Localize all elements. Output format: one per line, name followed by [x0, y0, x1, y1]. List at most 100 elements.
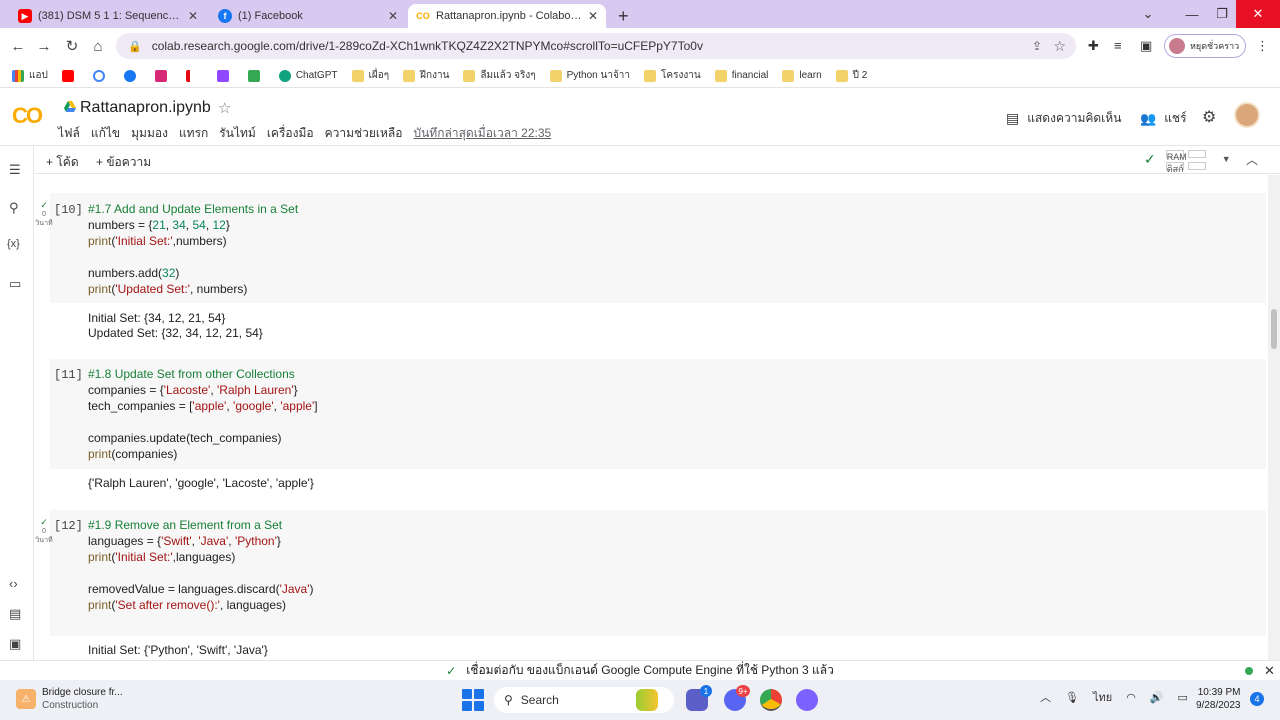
reading-list-icon[interactable]: ≡: [1114, 38, 1122, 53]
scrollbar-thumb[interactable]: [1271, 309, 1277, 349]
bookmark-folder[interactable]: เผื่อๆ: [351, 68, 389, 83]
code-line: print('Set after remove():', languages): [88, 597, 314, 613]
wifi-icon[interactable]: ◠: [1126, 691, 1136, 704]
bookmark-classroom[interactable]: [247, 69, 265, 82]
tab-youtube[interactable]: ▶ (381) DSM 5 1 1: Sequences - Yo ✕: [10, 4, 206, 28]
share-page-icon[interactable]: ⇪: [1032, 39, 1042, 53]
code-cell[interactable]: ✓ 0 วินาที [12] #1.9 Remove an Element f…: [35, 510, 1266, 636]
chrome-icon[interactable]: [760, 689, 782, 711]
chevron-down-icon[interactable]: ▼: [1222, 154, 1231, 164]
folder-icon[interactable]: ▭: [9, 276, 21, 292]
search-label: Search: [520, 693, 559, 707]
forward-arrow-icon[interactable]: →: [34, 36, 54, 56]
code-cell[interactable]: [11] #1.8 Update Set from other Collecti…: [50, 359, 1266, 469]
comment-button[interactable]: ▤ แสดงความคิดเห็น: [1006, 109, 1121, 128]
close-tab-icon[interactable]: ✕: [388, 9, 398, 23]
menu-help[interactable]: ความช่วยเหลือ: [325, 124, 403, 143]
bookmark-twitch[interactable]: [216, 69, 234, 82]
bookmark-folder[interactable]: ลืมแล้ว จริงๆ: [463, 68, 536, 83]
resources-indicator[interactable]: ✓ RAM ดิสก์ ▼: [1144, 147, 1231, 174]
app-icon[interactable]: [796, 689, 818, 711]
notification-badge[interactable]: 4: [1250, 692, 1264, 706]
last-saved-link[interactable]: บันทึกล่าสุดเมื่อเวลา 22:35: [413, 124, 551, 143]
widget-subtitle: Construction: [42, 700, 99, 711]
code-editor[interactable]: #1.9 Remove an Element from a Set languag…: [88, 517, 314, 613]
bookmark-folder[interactable]: ปี 2: [835, 68, 867, 83]
menu-runtime[interactable]: รันไทม์: [219, 124, 256, 143]
close-window-icon[interactable]: ✕: [1236, 0, 1280, 28]
code-editor[interactable]: #1.7 Add and Update Elements in a Set num…: [88, 201, 298, 297]
terminal-icon[interactable]: ▣: [9, 636, 21, 652]
close-tab-icon[interactable]: ✕: [588, 9, 598, 23]
menu-insert[interactable]: แทรก: [179, 124, 208, 143]
bookmark-star-icon[interactable]: ☆: [1053, 38, 1066, 55]
tab-colab[interactable]: CO Rattanapron.ipynb - Colaborato ✕: [408, 4, 606, 28]
profile-button[interactable]: หยุดชั่วคราว: [1164, 34, 1246, 58]
scrollbar[interactable]: [1268, 175, 1280, 660]
menu-tools[interactable]: เครื่องมือ: [267, 124, 314, 143]
add-code-button[interactable]: + โค้ด: [46, 153, 79, 172]
menu-file[interactable]: ไฟล์: [58, 124, 80, 143]
bookmark-apps[interactable]: แอป: [12, 68, 48, 83]
code-line: print('Updated Set:', numbers): [88, 281, 298, 297]
extensions-icon[interactable]: ✚: [1088, 38, 1099, 54]
run-status[interactable]: ✓ 0 วินาที: [34, 518, 54, 545]
chevron-up-icon[interactable]: ︿: [1246, 151, 1258, 168]
chevron-up-icon[interactable]: ︿: [1040, 689, 1051, 705]
bookmark-folder[interactable]: learn: [782, 69, 822, 82]
tab-search-icon[interactable]: ⌄: [1126, 0, 1170, 28]
language-indicator[interactable]: ไทย: [1093, 688, 1112, 706]
new-tab-button[interactable]: +: [610, 4, 638, 28]
notebook-title[interactable]: Rattanapron.ipynb: [80, 99, 211, 117]
bookmark-instagram[interactable]: [154, 69, 172, 82]
avatar[interactable]: [1234, 102, 1260, 128]
close-icon[interactable]: ✕: [1264, 663, 1275, 679]
bookmark-facebook[interactable]: [123, 69, 141, 82]
star-icon[interactable]: ☆: [218, 99, 231, 117]
gear-icon[interactable]: ⚙: [1202, 107, 1216, 127]
microphone-icon[interactable]: 🎙: [1065, 691, 1079, 704]
reload-icon[interactable]: ↻: [62, 36, 82, 56]
battery-icon[interactable]: ▭: [1178, 691, 1188, 704]
news-widget[interactable]: ⚠ Bridge closure fr... Construction: [16, 686, 123, 712]
back-arrow-icon[interactable]: ←: [8, 36, 28, 56]
bookmark-google[interactable]: [92, 69, 110, 82]
code-token: 'Updated Set:': [115, 282, 190, 296]
code-snippets-icon[interactable]: ‹›: [9, 576, 18, 591]
colab-header: CO Rattanapron.ipynb ☆ ไฟล์ แก้ไข มุมมอง…: [0, 89, 1280, 146]
variables-icon[interactable]: {x}: [7, 238, 20, 250]
code-token: }: [276, 534, 281, 548]
volume-icon[interactable]: 🔊: [1150, 691, 1164, 704]
bookmark-folder[interactable]: Python นาจ้าา: [549, 68, 630, 83]
share-button[interactable]: 👥 แชร์: [1140, 109, 1187, 128]
more-menu-icon[interactable]: ⋮: [1256, 38, 1269, 54]
code-editor[interactable]: #1.8 Update Set from other Collections co…: [88, 366, 318, 462]
bookmark-chatgpt[interactable]: ChatGPT: [278, 69, 338, 82]
bookmark-folder[interactable]: financial: [714, 69, 768, 82]
search-icon[interactable]: ⚲: [9, 200, 19, 216]
bookmark-netflix[interactable]: [185, 69, 203, 82]
run-status[interactable]: ✓ 0 วินาที: [34, 201, 54, 228]
close-tab-icon[interactable]: ✕: [188, 9, 198, 23]
bookmark-folder[interactable]: โครงงาน: [644, 68, 701, 83]
menu-view[interactable]: มุมมอง: [131, 124, 168, 143]
url-bar[interactable]: 🔒 colab.research.google.com/drive/1-289c…: [116, 33, 1076, 59]
add-text-button[interactable]: + ข้อความ: [96, 153, 151, 172]
widget-landscape-icon[interactable]: [636, 689, 658, 711]
windows-start-icon[interactable]: [462, 689, 484, 711]
code-cell[interactable]: ✓ 0 วินาที [10] #1.7 Add and Update Elem…: [35, 193, 1266, 303]
discord-icon[interactable]: 9+: [724, 685, 750, 711]
command-palette-icon[interactable]: ▤: [9, 606, 21, 622]
table-of-contents-icon[interactable]: ☰: [9, 162, 21, 178]
cell-output: Initial Set: {'Python', 'Swift', 'Java'}: [88, 643, 268, 658]
teams-icon[interactable]: 1: [686, 685, 712, 711]
clock[interactable]: 10:39 PM 9/28/2023: [1196, 686, 1241, 712]
home-icon[interactable]: ⌂: [88, 36, 108, 56]
bookmark-youtube[interactable]: [61, 69, 79, 82]
bookmark-folder[interactable]: ฝึกงาน: [403, 68, 449, 83]
tab-facebook[interactable]: f (1) Facebook ✕: [210, 4, 406, 28]
colab-logo[interactable]: CO: [12, 103, 43, 129]
menu-edit[interactable]: แก้ไข: [91, 124, 120, 143]
plus-icon: +: [618, 5, 629, 26]
side-panel-icon[interactable]: ▣: [1140, 38, 1152, 54]
